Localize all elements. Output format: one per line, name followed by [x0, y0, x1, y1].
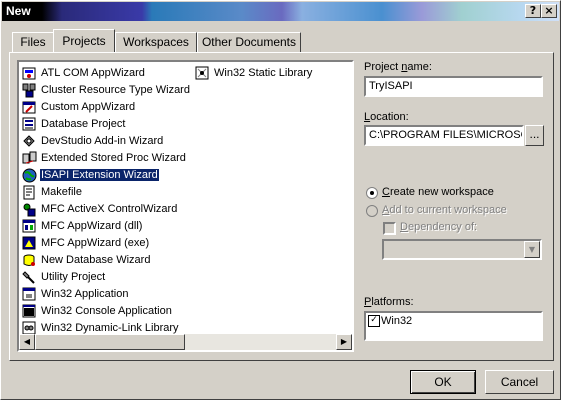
ok-button[interactable]: OK	[410, 370, 476, 394]
tab-files[interactable]: Files	[12, 32, 54, 52]
title-bar[interactable]: New ? ×	[2, 2, 559, 21]
tab-panel	[9, 52, 554, 361]
help-button[interactable]: ?	[525, 4, 541, 18]
window-title: New	[6, 4, 31, 18]
tab-label: Files	[20, 35, 46, 49]
cancel-button[interactable]: Cancel	[485, 370, 554, 394]
tab-projects[interactable]: Projects	[53, 29, 115, 52]
tab-label: Projects	[62, 34, 106, 48]
tab-label: Other Documents	[201, 35, 297, 49]
tab-label: Workspaces	[123, 35, 189, 49]
tab-other-documents[interactable]: Other Documents	[197, 32, 301, 52]
close-button[interactable]: ×	[541, 4, 557, 18]
close-icon: ×	[544, 4, 554, 17]
new-dialog: New ? × Files Projects Workspaces Other …	[0, 0, 561, 400]
tab-workspaces[interactable]: Workspaces	[115, 32, 197, 52]
help-icon: ?	[529, 4, 537, 17]
